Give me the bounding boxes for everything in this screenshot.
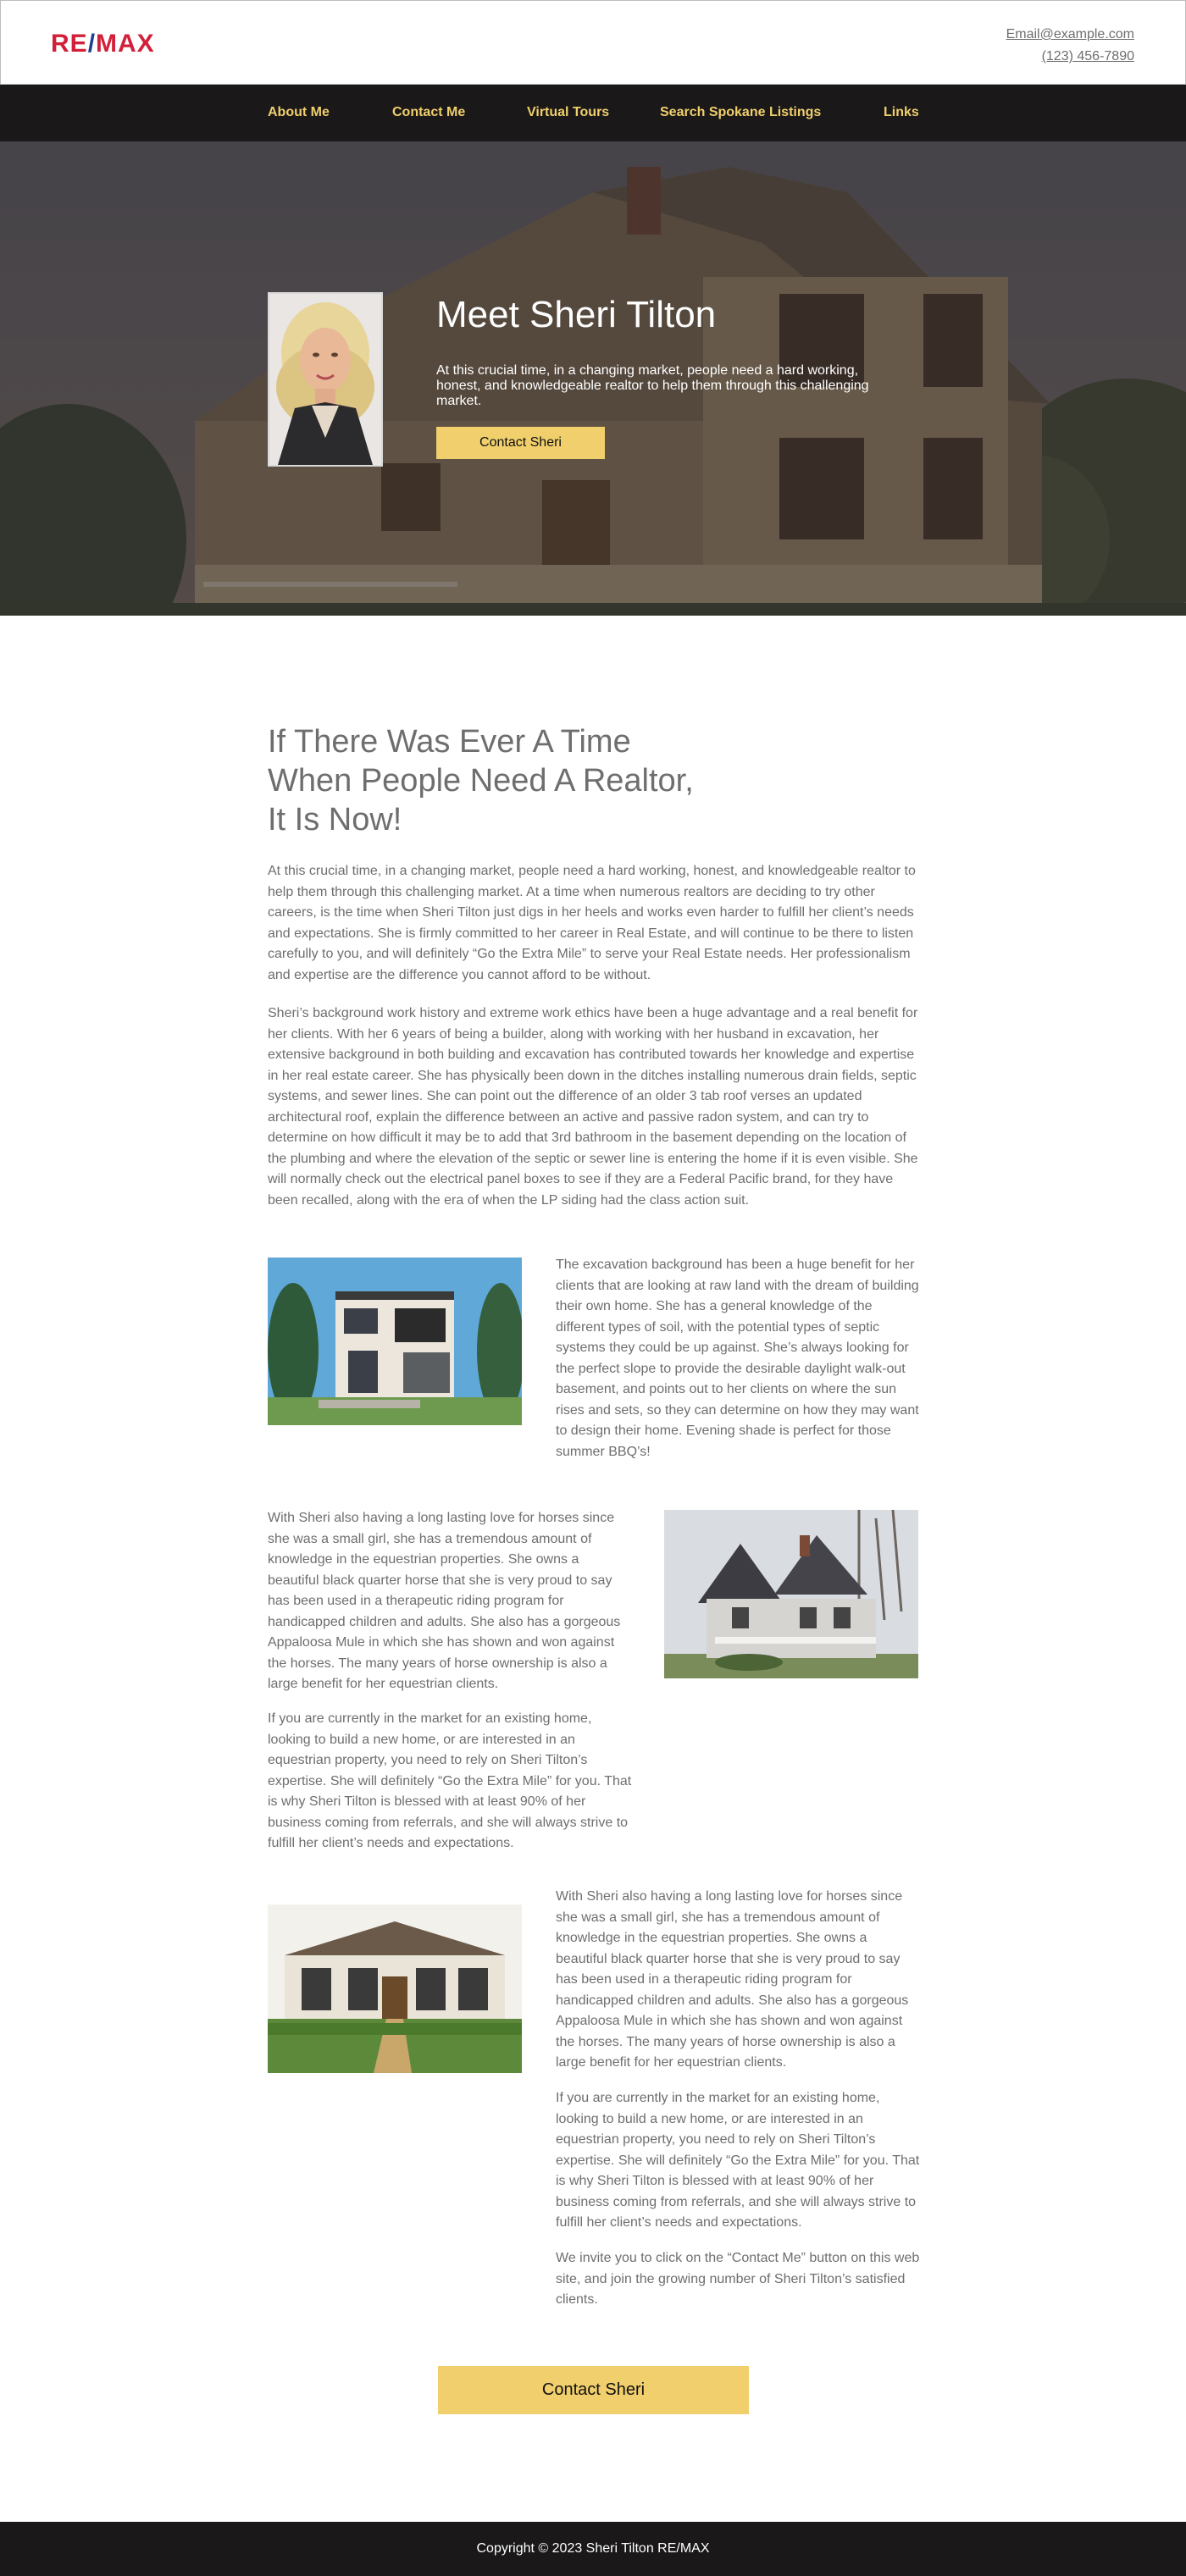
nav-virtual-tours[interactable]: Virtual Tours — [527, 105, 609, 120]
nav-links[interactable]: Links — [884, 105, 919, 120]
section2-text-1: With Sheri also having a long lasting lo… — [268, 1511, 621, 1691]
main-headline: If There Was Ever A Time When People Nee… — [268, 722, 742, 839]
remax-logo[interactable]: RE/MAX — [51, 31, 155, 57]
nav-search-listings[interactable]: Search Spokane Listings — [660, 105, 821, 120]
headline-line-3: It Is Now! — [268, 802, 402, 837]
copyright-text: Copyright © 2023 Sheri Tilton RE/MAX — [476, 2541, 710, 2556]
headline-line-2: When People Need A Realtor, — [268, 763, 694, 799]
email-link[interactable]: Email@example.com — [1006, 24, 1134, 46]
intro-paragraph-2: Sheri’s background work history and extr… — [268, 1006, 918, 1208]
modern-house-image — [268, 1258, 522, 1425]
nav-about-me[interactable]: About Me — [268, 105, 330, 120]
agent-portrait — [268, 292, 383, 467]
section3-text-1: With Sheri also having a long lasting lo… — [556, 1889, 909, 2070]
header-contact: Email@example.com (123) 456-7890 — [1006, 24, 1134, 68]
section3-text-3: We invite you to click on the “Contact M… — [556, 2251, 920, 2307]
logo-slash: / — [87, 30, 97, 58]
victorian-house-image — [664, 1510, 918, 1678]
site-footer: Copyright © 2023 Sheri Tilton RE/MAX — [0, 2522, 1186, 2576]
hero-contact-button[interactable]: Contact Sheri — [436, 427, 605, 459]
section1-text: The excavation background has been a hug… — [556, 1258, 919, 1459]
hero-title: Meet Sheri Tilton — [436, 294, 717, 335]
phone-link[interactable]: (123) 456-7890 — [1006, 46, 1134, 68]
section3-text-2: If you are currently in the market for a… — [556, 2091, 920, 2230]
main-nav: About Me Contact Me Virtual Tours Search… — [0, 85, 1186, 141]
hero-text: At this crucial time, in a changing mark… — [436, 363, 869, 408]
logo-re: RE — [51, 30, 88, 58]
headline-line-1: If There Was Ever A Time — [268, 724, 631, 760]
site-header: RE/MAX Email@example.com (123) 456-7890 — [0, 0, 1186, 85]
hero-section: Meet Sheri Tilton At this crucial time, … — [0, 141, 1186, 616]
farmhouse-image — [268, 1904, 522, 2073]
logo-max: MAX — [96, 30, 155, 58]
section2-text-2: If you are currently in the market for a… — [268, 1711, 632, 1850]
nav-contact-me[interactable]: Contact Me — [392, 105, 465, 120]
intro-paragraph-1: At this crucial time, in a changing mark… — [268, 864, 916, 982]
contact-sheri-button[interactable]: Contact Sheri — [438, 2366, 749, 2414]
